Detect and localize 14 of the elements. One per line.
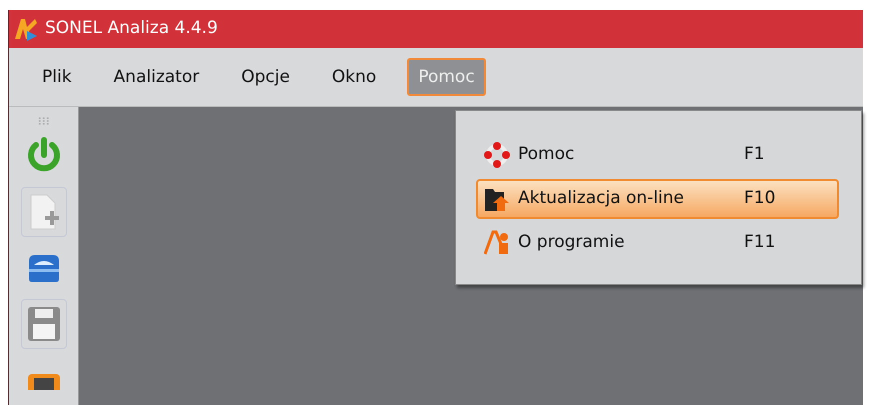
lifebuoy-icon	[484, 142, 510, 168]
new-document-icon	[28, 194, 58, 230]
menu-item[interactable]: Okno	[320, 58, 388, 96]
window-title: SONEL Analiza 4.4.9	[45, 17, 218, 40]
dropdown-item[interactable]: Pomoc F1	[476, 135, 839, 175]
menu-item[interactable]: Plik	[31, 58, 83, 96]
menu-item[interactable]: Opcje	[230, 58, 301, 96]
menu-item[interactable]: Analizator	[102, 58, 210, 96]
dropdown-item[interactable]: Aktualizacja on-line F10	[476, 179, 839, 219]
info-icon	[484, 230, 510, 256]
save-icon	[26, 305, 62, 343]
app-logo-icon	[13, 17, 39, 41]
dropdown-item[interactable]: O programie F11	[476, 223, 839, 263]
folder-upload-icon	[484, 186, 510, 212]
